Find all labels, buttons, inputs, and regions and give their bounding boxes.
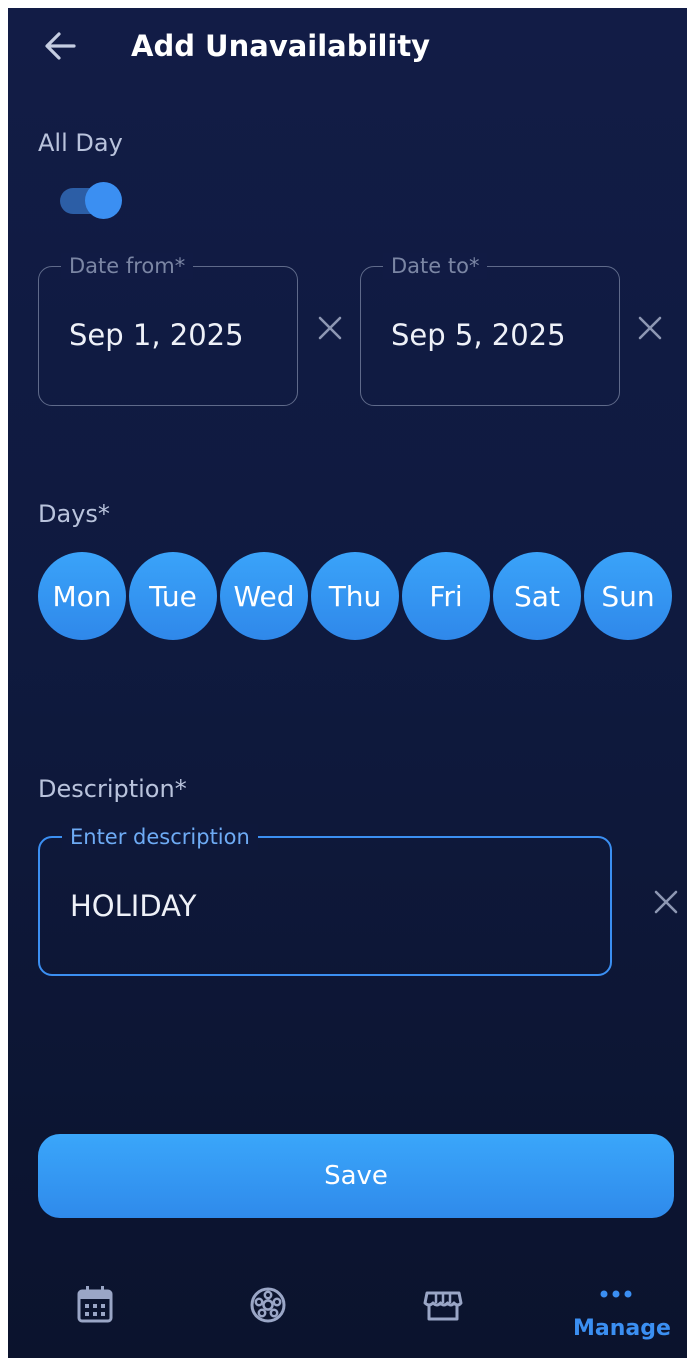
clear-date-to-button[interactable] — [632, 310, 668, 346]
all-day-toggle[interactable] — [60, 180, 124, 220]
day-sun[interactable]: Sun — [584, 552, 672, 640]
date-to-value: Sep 5, 2025 — [391, 318, 566, 352]
day-sat[interactable]: Sat — [493, 552, 581, 640]
description-field[interactable]: Enter description HOLIDAY — [38, 824, 612, 976]
close-icon — [638, 316, 662, 340]
close-icon — [318, 316, 342, 340]
clear-date-from-button[interactable] — [312, 310, 348, 346]
soccer-ball-icon — [250, 1287, 286, 1323]
date-from-legend: Date from* — [61, 253, 194, 279]
day-fri[interactable]: Fri — [402, 552, 490, 640]
nav-manage[interactable] — [598, 1284, 634, 1304]
all-day-label: All Day — [38, 129, 123, 157]
days-label: Days* — [38, 500, 110, 528]
nav-calendar[interactable] — [73, 1283, 117, 1327]
day-thu[interactable]: Thu — [311, 552, 399, 640]
more-dots-icon — [600, 1290, 632, 1298]
date-from-value: Sep 1, 2025 — [69, 318, 244, 352]
nav-sports[interactable] — [246, 1283, 290, 1327]
toggle-knob — [85, 182, 122, 219]
back-button[interactable] — [40, 26, 80, 66]
screen: Add Unavailability All Day Date from* Se… — [8, 8, 687, 1358]
store-icon — [423, 1291, 463, 1321]
day-mon[interactable]: Mon — [38, 552, 126, 640]
nav-store[interactable] — [421, 1283, 465, 1327]
description-legend: Enter description — [62, 824, 258, 850]
page-title: Add Unavailability — [131, 29, 431, 63]
description-value: HOLIDAY — [70, 889, 197, 923]
date-from-field[interactable]: Date from* Sep 1, 2025 — [38, 253, 298, 406]
nav-manage-label[interactable]: Manage — [573, 1316, 671, 1341]
description-label: Description* — [38, 775, 187, 803]
date-to-legend: Date to* — [383, 253, 488, 279]
calendar-icon — [77, 1286, 113, 1323]
save-button[interactable]: Save — [38, 1134, 674, 1218]
arrow-left-icon — [45, 32, 76, 60]
close-icon — [654, 890, 678, 914]
day-wed[interactable]: Wed — [220, 552, 308, 640]
clear-description-button[interactable] — [648, 884, 684, 920]
day-tue[interactable]: Tue — [129, 552, 217, 640]
date-to-field[interactable]: Date to* Sep 5, 2025 — [360, 253, 620, 406]
